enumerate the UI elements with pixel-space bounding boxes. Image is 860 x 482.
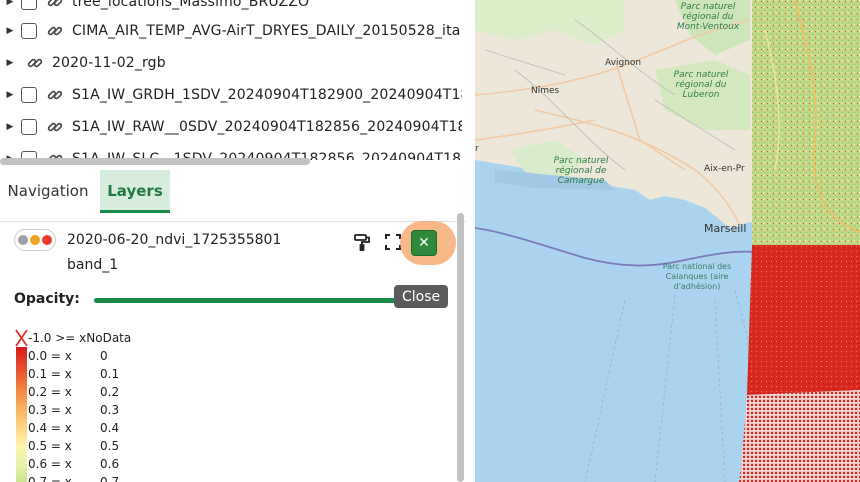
layer-row[interactable]: ▶ S1A_IW_RAW__0SDV_20240904T182856_20240… xyxy=(0,111,470,143)
place-label: Nîmes xyxy=(531,86,560,96)
link-icon xyxy=(27,58,43,68)
edge-label: r xyxy=(475,144,479,154)
expand-caret-icon[interactable]: ▶ xyxy=(3,90,17,100)
layer-row[interactable]: ▶ S1A_IW_GRDH_1SDV_20240904T182900_20240… xyxy=(0,79,470,111)
palette-dot xyxy=(42,235,52,245)
link-icon xyxy=(47,122,63,132)
legend-expr: 0.3 = x xyxy=(28,403,72,417)
legend-nodata-label: NoData xyxy=(86,331,132,345)
legend-value: 0.4 xyxy=(100,421,120,435)
legend-value: 0.5 xyxy=(100,439,120,453)
layer-row[interactable]: ▶ 2020-11-02_rgb xyxy=(0,47,470,79)
expand-caret-icon[interactable]: ▶ xyxy=(3,58,17,68)
tab-navigation[interactable]: Navigation xyxy=(0,170,96,212)
legend-value: 0.1 xyxy=(100,367,120,381)
layer-checkbox[interactable] xyxy=(21,119,37,135)
band-label: band_1 xyxy=(67,257,119,273)
active-layer-title: 2020-06-20_ndvi_1725355801 xyxy=(67,232,282,248)
legend-value: 0.7 xyxy=(100,475,120,482)
layer-checkbox[interactable] xyxy=(21,0,37,10)
park-label: Parc national des Calanques (aire d'adhé… xyxy=(662,262,732,291)
expand-caret-icon[interactable]: ▶ xyxy=(3,122,17,132)
x-mark-icon xyxy=(15,329,28,347)
legend-expr: 0.0 = x xyxy=(28,349,72,363)
legend-value: 0.2 xyxy=(100,385,120,399)
layer-name[interactable]: 2020-11-02_rgb xyxy=(52,55,442,71)
layer-row[interactable]: ▶ CIMA_AIR_TEMP_AVG-AirT_DRYES_DAILY_201… xyxy=(0,15,470,47)
close-tooltip: Close xyxy=(394,285,449,308)
legend-color-ramp xyxy=(16,347,27,482)
legend-value: 0.6 xyxy=(100,457,120,471)
place-label: Avignon xyxy=(605,58,642,68)
expand-caret-icon[interactable]: ▶ xyxy=(3,26,17,36)
legend-nodata-text: -1.0 >= xNoData xyxy=(28,331,131,345)
park-label: Parc naturel régional de Camargue xyxy=(553,156,609,186)
palette-dot xyxy=(30,235,40,245)
vertical-scrollbar[interactable] xyxy=(457,213,464,482)
layer-name[interactable]: S1A_IW_GRDH_1SDV_20240904T182900_2024090… xyxy=(72,87,462,103)
legend-value: 0 xyxy=(100,349,108,363)
legend-nodata-row: -1.0 >= xNoData xyxy=(14,329,214,347)
panel-tabs: Navigation Layers xyxy=(0,170,475,214)
layer-checkbox[interactable] xyxy=(21,87,37,103)
layer-name[interactable]: CIMA_AIR_TEMP_AVG-AirT_DRYES_DAILY_20150… xyxy=(72,23,462,39)
active-tab-indicator xyxy=(100,210,170,213)
link-icon xyxy=(47,90,63,100)
legend-expr: 0.1 = x xyxy=(28,367,72,381)
layer-name[interactable]: S1A_IW_RAW__0SDV_20240904T182856_2024090… xyxy=(72,119,462,135)
close-icon: ✕ xyxy=(418,235,430,251)
palette-selector[interactable] xyxy=(14,229,56,251)
park-label: Parc naturel régional du Luberon xyxy=(673,70,729,100)
legend-expr: 0.6 = x xyxy=(28,457,72,471)
opacity-label: Opacity: xyxy=(14,291,80,307)
layer-list: ▶ tree_locations_Massimo_BRUZZO ▶ CIMA_A… xyxy=(0,0,475,160)
place-label: Aix-en-Pr xyxy=(704,164,745,174)
legend-expr: 0.5 = x xyxy=(28,439,72,453)
link-icon xyxy=(47,26,63,36)
horizontal-scrollbar[interactable] xyxy=(0,158,310,165)
left-panel: ▶ tree_locations_Massimo_BRUZZO ▶ CIMA_A… xyxy=(0,0,475,482)
legend-nodata-expr: -1.0 >= x xyxy=(28,331,87,345)
legend-expr: 0.2 = x xyxy=(28,385,72,399)
park-label: Parc naturel régional du Mont-Ventoux xyxy=(676,2,740,32)
tab-layers[interactable]: Layers xyxy=(100,170,170,212)
close-button[interactable]: ✕ xyxy=(411,230,437,256)
paint-roller-icon[interactable] xyxy=(352,232,372,252)
link-icon xyxy=(47,0,63,7)
expand-caret-icon[interactable]: ▶ xyxy=(3,0,17,7)
layer-checkbox[interactable] xyxy=(21,23,37,39)
map-canvas xyxy=(475,0,860,482)
layer-name[interactable]: tree_locations_Massimo_BRUZZO xyxy=(72,0,462,10)
legend-expr: 0.7 = x xyxy=(28,475,72,482)
palette-dot xyxy=(18,235,28,245)
opacity-slider[interactable] xyxy=(94,298,414,303)
legend-expr: 0.4 = x xyxy=(28,421,72,435)
place-label: Marseill xyxy=(704,222,747,235)
map-view[interactable]: Avignon Nîmes Aix-en-Pr Marseill r Parc … xyxy=(475,0,860,482)
legend-value: 0.3 xyxy=(100,403,120,417)
